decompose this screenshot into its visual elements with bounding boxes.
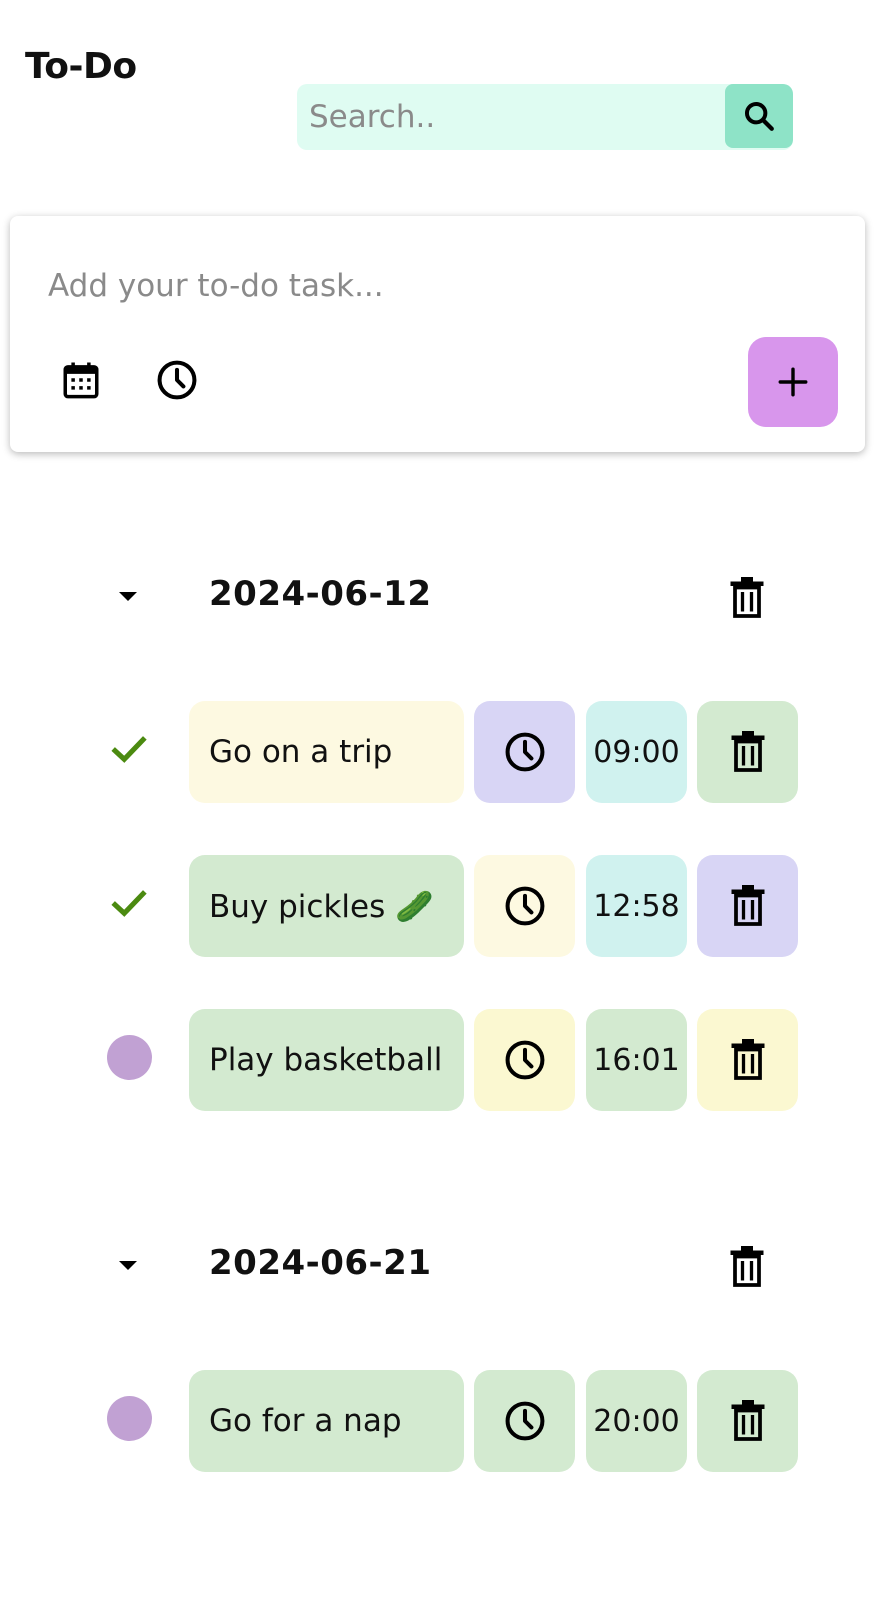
group-date: 2024-06-12 xyxy=(209,574,432,614)
date-picker-button[interactable] xyxy=(58,357,104,403)
add-task-card xyxy=(10,216,865,452)
task-time-button[interactable] xyxy=(474,1009,575,1111)
plus-icon xyxy=(778,367,808,397)
task-status[interactable] xyxy=(105,1033,153,1081)
task-row: Play basketball 16:01 xyxy=(0,1009,874,1111)
delete-task-button[interactable] xyxy=(697,701,798,803)
pending-dot xyxy=(106,1034,152,1080)
search-bar xyxy=(297,84,793,150)
trash-icon xyxy=(730,577,764,618)
calendar-icon xyxy=(63,362,99,399)
search-icon xyxy=(744,101,774,131)
delete-task-button[interactable] xyxy=(697,855,798,957)
task-row: Go for a nap 20:00 xyxy=(0,1370,874,1472)
add-task-input[interactable] xyxy=(46,254,766,318)
task-time-button[interactable] xyxy=(474,1370,575,1472)
clock-icon xyxy=(157,360,197,400)
task-status[interactable] xyxy=(105,879,153,927)
task-row: Go on a trip 09:00 xyxy=(0,701,874,803)
clock-icon xyxy=(505,1401,544,1441)
group-date: 2024-06-21 xyxy=(209,1243,432,1283)
trash-icon xyxy=(731,885,764,926)
app-title: To-Do xyxy=(25,46,137,87)
trash-icon xyxy=(731,1400,764,1441)
add-task-button[interactable] xyxy=(748,337,838,427)
date-group-header: 2024-06-12 xyxy=(0,568,874,628)
delete-task-button[interactable] xyxy=(697,1009,798,1111)
time-picker-button[interactable] xyxy=(154,357,200,403)
task-time: 16:01 xyxy=(586,1009,687,1111)
delete-task-button[interactable] xyxy=(697,1370,798,1472)
task-row: Buy pickles 🥒 12:58 xyxy=(0,855,874,957)
task-text[interactable]: Play basketball xyxy=(189,1009,464,1111)
collapse-group-button[interactable] xyxy=(110,578,146,614)
checkmark-icon xyxy=(111,736,147,763)
trash-icon xyxy=(730,1246,764,1287)
delete-group-button[interactable] xyxy=(725,1243,769,1291)
search-button[interactable] xyxy=(725,84,793,148)
task-text[interactable]: Go for a nap xyxy=(189,1370,464,1472)
clock-icon xyxy=(505,886,544,926)
search-input[interactable] xyxy=(297,84,725,150)
task-status[interactable] xyxy=(105,1394,153,1442)
task-time-button[interactable] xyxy=(474,855,575,957)
caret-down-icon xyxy=(119,592,137,601)
clock-icon xyxy=(505,732,544,772)
task-time: 12:58 xyxy=(586,855,687,957)
task-status[interactable] xyxy=(105,725,153,773)
task-time: 09:00 xyxy=(586,701,687,803)
checkmark-icon xyxy=(111,890,147,917)
date-group-header: 2024-06-21 xyxy=(0,1237,874,1297)
pending-dot xyxy=(106,1395,152,1441)
task-text[interactable]: Buy pickles 🥒 xyxy=(189,855,464,957)
task-time-button[interactable] xyxy=(474,701,575,803)
task-text[interactable]: Go on a trip xyxy=(189,701,464,803)
task-time: 20:00 xyxy=(586,1370,687,1472)
trash-icon xyxy=(731,1039,764,1080)
trash-icon xyxy=(731,731,764,772)
caret-down-icon xyxy=(119,1261,137,1270)
clock-icon xyxy=(505,1040,544,1080)
delete-group-button[interactable] xyxy=(725,574,769,622)
collapse-group-button[interactable] xyxy=(110,1247,146,1283)
